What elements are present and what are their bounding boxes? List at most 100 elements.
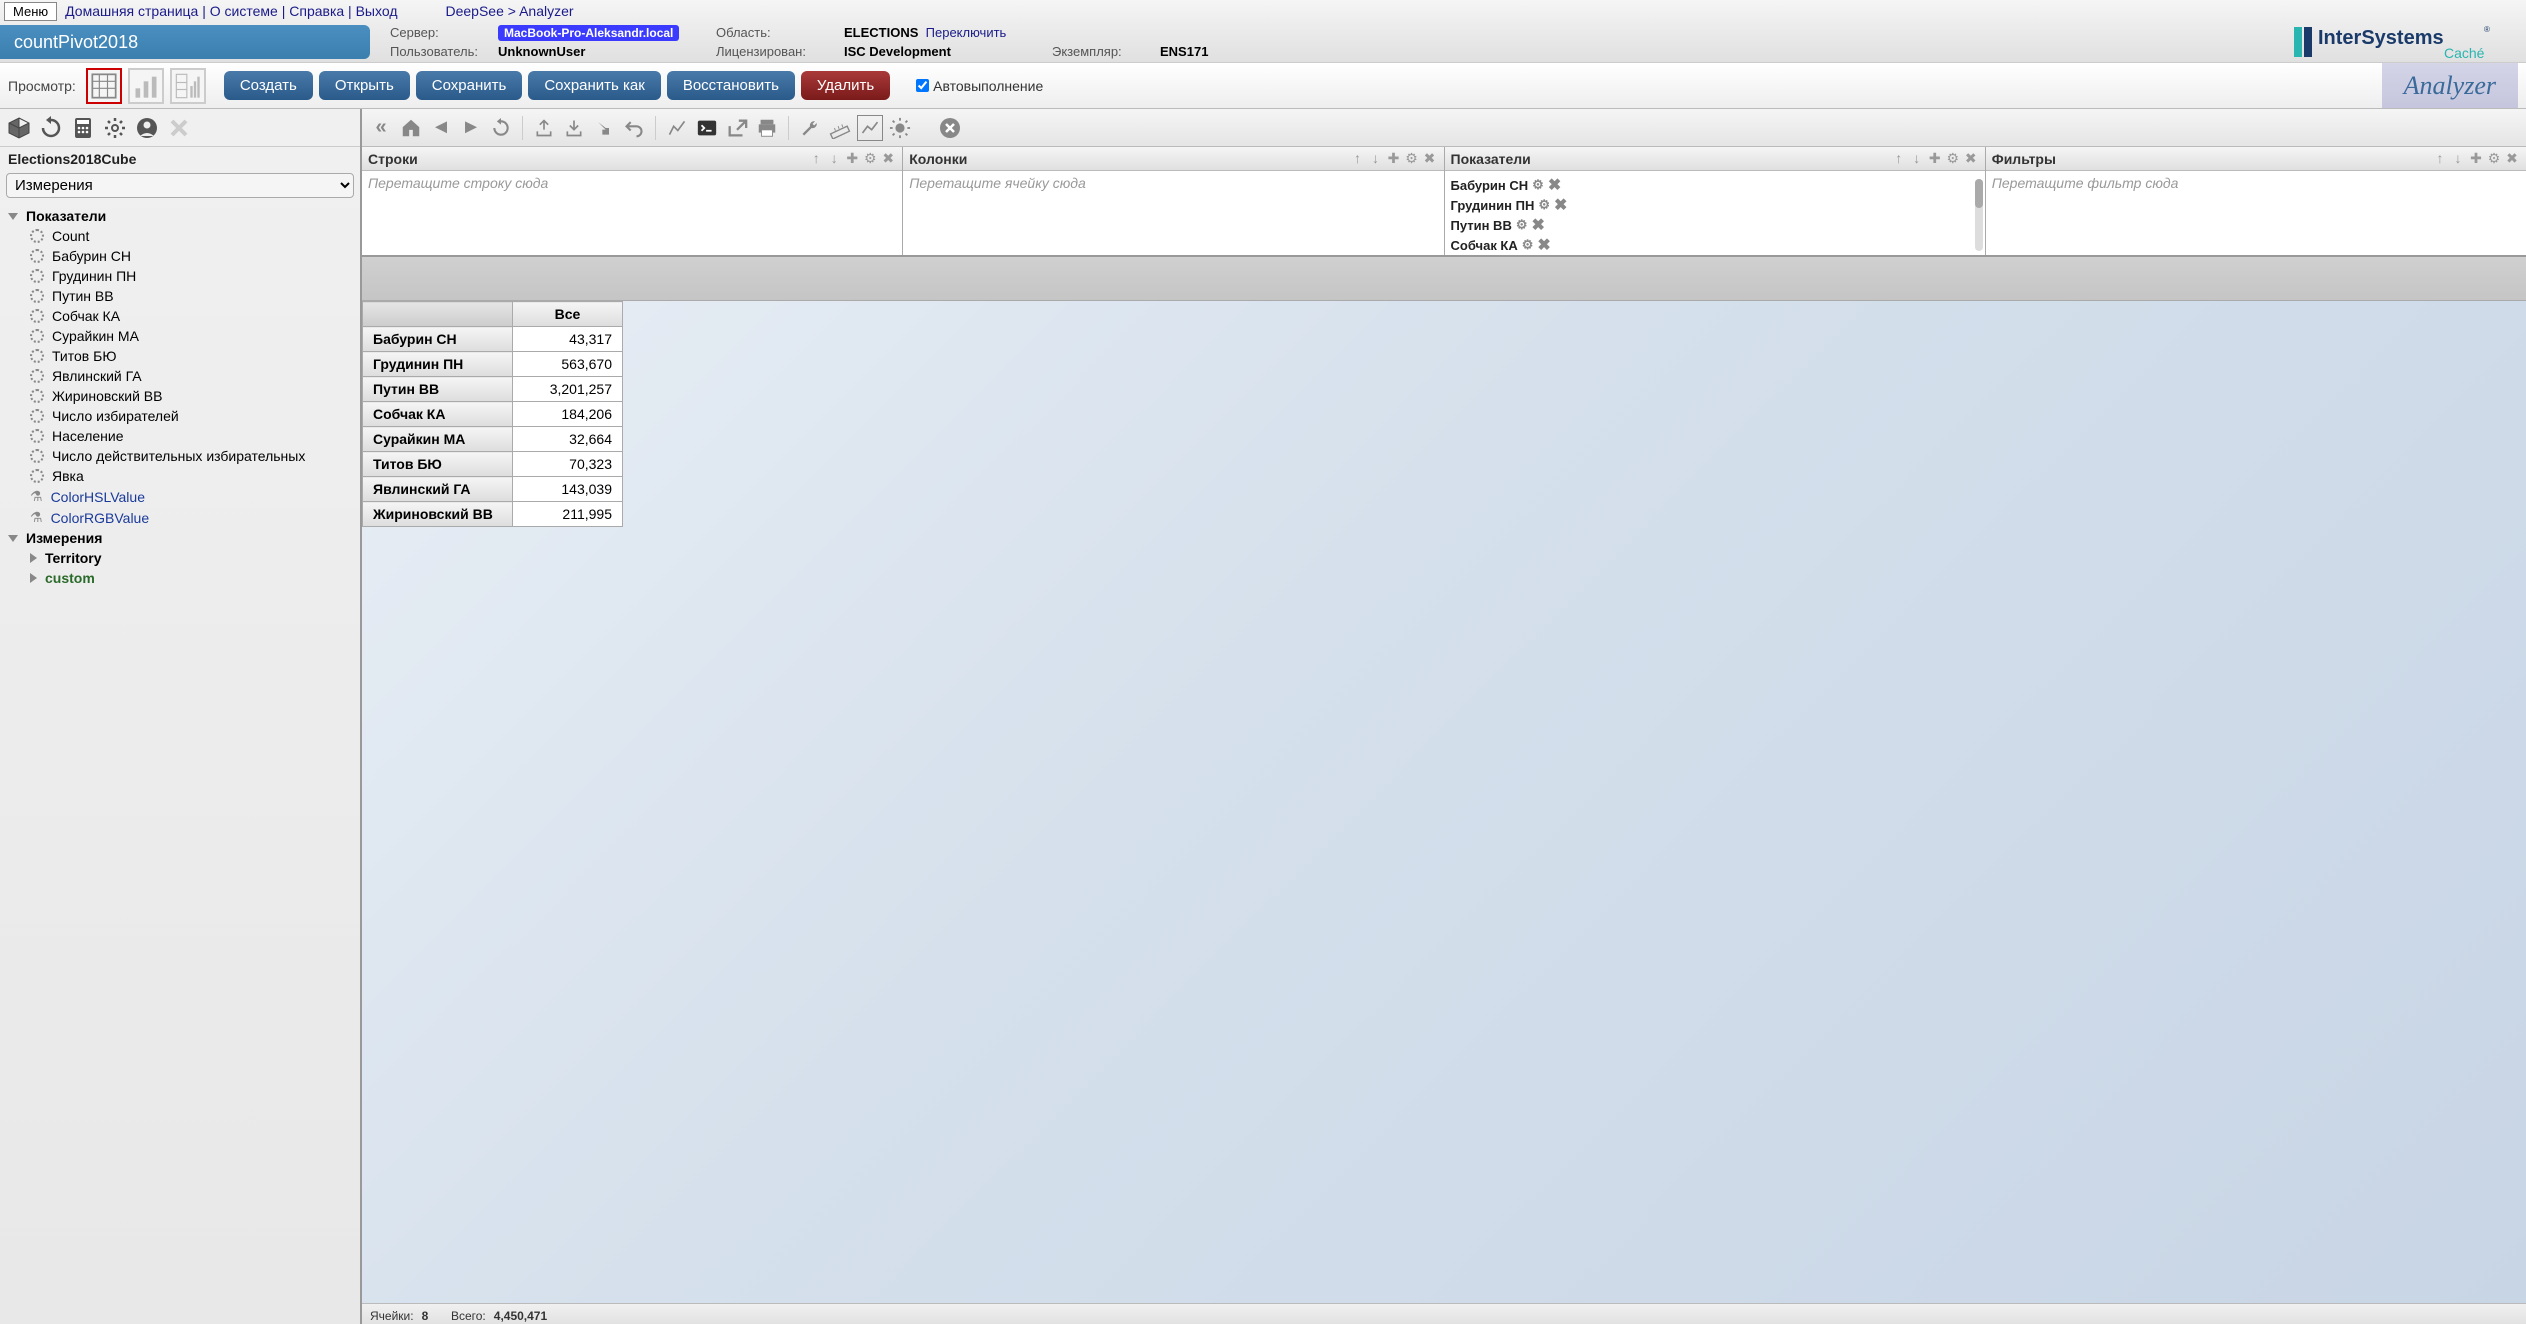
tree-dimension-item[interactable]: Territory xyxy=(0,548,360,568)
close-panel-icon[interactable] xyxy=(937,115,963,141)
tree-measure-item[interactable]: ⚗ColorRGBValue xyxy=(0,507,360,528)
sort-down-icon[interactable]: ↓ xyxy=(1909,150,1925,167)
pivot-cell[interactable]: 70,323 xyxy=(513,452,623,477)
open-button[interactable]: Открыть xyxy=(319,71,410,100)
dz-rows[interactable]: Строки ↑ ↓ ✚ ⚙ ✖ Перетащите строку сюда xyxy=(362,147,903,255)
pivot-col-header[interactable]: Все xyxy=(513,302,623,327)
dz-cols[interactable]: Колонки ↑ ↓ ✚ ⚙ ✖ Перетащите ячейку сюда xyxy=(903,147,1444,255)
tree-measures-root[interactable]: Показатели xyxy=(0,206,360,226)
view-chart-icon[interactable] xyxy=(128,68,164,104)
tree-measure-item[interactable]: Жириновский ВВ xyxy=(0,386,360,406)
cube-icon[interactable] xyxy=(6,115,32,141)
dz-filters[interactable]: Фильтры ↑ ↓ ✚ ⚙ ✖ Перетащите фильтр сюда xyxy=(1986,147,2526,255)
pivot-row-header[interactable]: Жириновский ВВ xyxy=(363,502,513,527)
gear-icon[interactable] xyxy=(102,115,128,141)
dz-measure-item[interactable]: Собчак КА ⚙ ✖ xyxy=(1451,235,1979,255)
close-icon[interactable] xyxy=(166,115,192,141)
tree-measure-item[interactable]: Путин ВВ xyxy=(0,286,360,306)
link-exit[interactable]: Выход xyxy=(356,3,398,19)
menu-button[interactable]: Меню xyxy=(4,2,57,21)
sort-down-icon[interactable]: ↓ xyxy=(826,150,842,167)
remove-icon[interactable]: ✖ xyxy=(2504,150,2520,167)
back-icon[interactable]: ◄ xyxy=(428,115,454,141)
ruler-icon[interactable] xyxy=(827,115,853,141)
tree-dimensions-root[interactable]: Измерения xyxy=(0,528,360,548)
pivot-row-header[interactable]: Бабурин СН xyxy=(363,327,513,352)
tree-measure-item[interactable]: Население xyxy=(0,426,360,446)
pivot-cell[interactable]: 563,670 xyxy=(513,352,623,377)
add-icon[interactable]: ✚ xyxy=(1927,150,1943,167)
pivot-row-header[interactable]: Собчак КА xyxy=(363,402,513,427)
refresh-icon[interactable] xyxy=(38,115,64,141)
delete-button[interactable]: Удалить xyxy=(801,71,890,100)
tree-measure-item[interactable]: Собчак КА xyxy=(0,306,360,326)
forward-icon[interactable]: ► xyxy=(458,115,484,141)
wrench-icon[interactable] xyxy=(797,115,823,141)
pivot-row-header[interactable]: Сурайкин МА xyxy=(363,427,513,452)
dz-measure-item[interactable]: Бабурин СН ⚙ ✖ xyxy=(1451,175,1979,195)
remove-icon[interactable]: ✖ xyxy=(1532,215,1545,235)
export-icon[interactable] xyxy=(531,115,557,141)
switch-ns-link[interactable]: Переключить xyxy=(926,25,1007,40)
tree-measure-item[interactable]: Грудинин ПН xyxy=(0,266,360,286)
pivot-cell[interactable]: 184,206 xyxy=(513,402,623,427)
tree-measure-item[interactable]: Бабурин СН xyxy=(0,246,360,266)
dz-measures[interactable]: Показатели ↑ ↓ ✚ ⚙ ✖ Бабурин СН ⚙ ✖Груди… xyxy=(1445,147,1986,255)
tree-measure-item[interactable]: Число действительных избирательных xyxy=(0,446,360,466)
tree-measure-item[interactable]: Сурайкин МА xyxy=(0,326,360,346)
trend-icon[interactable] xyxy=(857,115,883,141)
remove-icon[interactable]: ✖ xyxy=(1554,195,1567,215)
tree-measure-item[interactable]: Явка xyxy=(0,466,360,486)
tree-measure-item[interactable]: Явлинский ГА xyxy=(0,366,360,386)
gear-icon[interactable]: ⚙ xyxy=(862,150,878,167)
tree-measure-item[interactable]: Count xyxy=(0,226,360,246)
home-icon[interactable] xyxy=(398,115,424,141)
calculator-icon[interactable] xyxy=(70,115,96,141)
dz-measure-item[interactable]: Путин ВВ ⚙ ✖ xyxy=(1451,215,1979,235)
bc-root[interactable]: DeepSee xyxy=(445,3,503,19)
pivot-row-header[interactable]: Титов БЮ xyxy=(363,452,513,477)
print-icon[interactable] xyxy=(754,115,780,141)
add-icon[interactable]: ✚ xyxy=(1386,150,1402,167)
create-button[interactable]: Создать xyxy=(224,71,313,100)
add-icon[interactable]: ✚ xyxy=(2468,150,2484,167)
autorun-checkbox-wrap[interactable]: Автовыполнение xyxy=(916,78,1043,94)
tree-measure-item[interactable]: Число избирателей xyxy=(0,406,360,426)
dimension-select[interactable]: Измерения xyxy=(6,173,354,198)
gear-icon[interactable]: ⚙ xyxy=(1945,150,1961,167)
gear-icon[interactable]: ⚙ xyxy=(1522,237,1534,253)
gear-icon[interactable]: ⚙ xyxy=(1516,217,1528,233)
pivot-cell[interactable]: 143,039 xyxy=(513,477,623,502)
sun-icon[interactable] xyxy=(887,115,913,141)
gear-icon[interactable]: ⚙ xyxy=(1404,150,1420,167)
remove-icon[interactable]: ✖ xyxy=(880,150,896,167)
remove-icon[interactable]: ✖ xyxy=(1548,175,1561,195)
pivot-row-header[interactable]: Явлинский ГА xyxy=(363,477,513,502)
remove-icon[interactable]: ✖ xyxy=(1422,150,1438,167)
pivot-row-header[interactable]: Путин ВВ xyxy=(363,377,513,402)
pivot-row-header[interactable]: Грудинин ПН xyxy=(363,352,513,377)
terminal-icon[interactable] xyxy=(694,115,720,141)
remove-icon[interactable]: ✖ xyxy=(1537,235,1550,255)
sort-up-icon[interactable]: ↑ xyxy=(1350,150,1366,167)
collapse-icon[interactable]: « xyxy=(368,115,394,141)
gear-icon[interactable]: ⚙ xyxy=(2486,150,2502,167)
pivot-cell[interactable]: 43,317 xyxy=(513,327,623,352)
undo-icon[interactable] xyxy=(621,115,647,141)
add-icon[interactable]: ✚ xyxy=(844,150,860,167)
restore-button[interactable]: Восстановить xyxy=(667,71,795,100)
download-icon[interactable] xyxy=(561,115,587,141)
tree-dimension-item[interactable]: custom xyxy=(0,568,360,588)
bc-cur[interactable]: Analyzer xyxy=(519,3,573,19)
sort-down-icon[interactable]: ↓ xyxy=(2450,150,2466,167)
sort-down-icon[interactable]: ↓ xyxy=(1368,150,1384,167)
reload-icon[interactable] xyxy=(488,115,514,141)
gear-icon[interactable]: ⚙ xyxy=(1538,197,1550,213)
remove-icon[interactable]: ✖ xyxy=(1963,150,1979,167)
pivot-cell[interactable]: 3,201,257 xyxy=(513,377,623,402)
gear-icon[interactable]: ⚙ xyxy=(1532,177,1544,193)
tree-measure-item[interactable]: Титов БЮ xyxy=(0,346,360,366)
autorun-checkbox[interactable] xyxy=(916,79,929,92)
view-table-icon[interactable] xyxy=(86,68,122,104)
save-button[interactable]: Сохранить xyxy=(416,71,523,100)
